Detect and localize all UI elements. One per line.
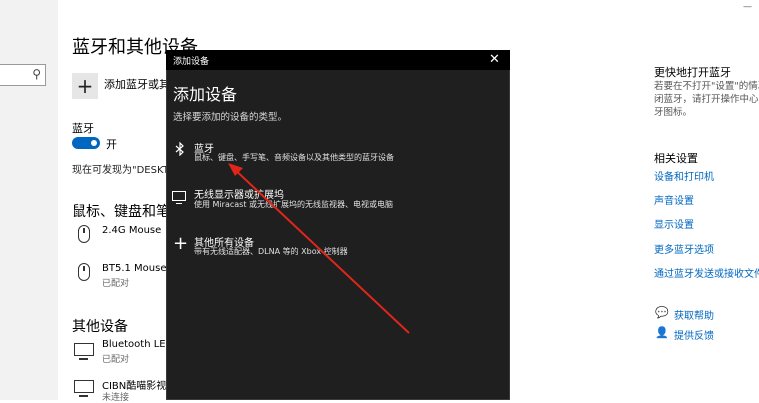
link-sound-settings[interactable]: 声音设置 [654,192,694,207]
section-heading-other: 其他设备 [72,319,128,335]
navigation-pane [0,0,58,400]
device-name[interactable]: 2.4G Mouse [102,225,161,236]
dialog-heading: 添加设备 [173,85,238,104]
mouse-icon [78,225,90,243]
link-give-feedback[interactable]: 提供反馈 [674,327,714,342]
option-wireless-display-desc[interactable]: 使用 Miracast 或无线扩展坞的无线监视器、电视或电脑 [194,199,393,210]
bluetooth-toggle[interactable] [72,137,100,149]
link-devices-printers[interactable]: 设备和打印机 [654,168,714,183]
dialog-titlebar-text: 添加设备 [173,57,210,67]
device-status: 已配对 [102,279,130,289]
bluetooth-toggle-state: 开 [106,138,117,151]
section-heading-mice: 鼠标、键盘和笔 [72,204,170,220]
search-input[interactable]: ⚲ [0,64,46,86]
dialog-subtitle: 选择要添加的设备的类型。 [173,112,288,123]
related-settings-heading: 相关设置 [654,152,698,165]
monitor-icon [74,380,94,397]
quick-bluetooth-description: 若要在不打开"设置"的情况 闭蓝牙，请打开操作中心， 牙图标。 [654,81,759,118]
plus-icon: + [76,74,94,98]
feedback-icon: 👤 [655,326,669,339]
device-name[interactable]: BT5.1 Mouse [102,263,167,274]
link-get-help[interactable]: 获取帮助 [674,307,714,322]
monitor-icon [74,343,94,360]
device-status: 未连接 [102,393,130,403]
add-device-button[interactable]: + [72,73,98,99]
option-bluetooth-desc[interactable]: 鼠标、键盘、手写笔、音频设备以及其他类型的蓝牙设备 [194,152,394,163]
plus-icon: + [173,233,189,254]
link-display-settings[interactable]: 显示设置 [654,216,694,231]
link-send-receive-files[interactable]: 通过蓝牙发送或接收文件 [654,265,759,280]
quick-bluetooth-heading: 更快地打开蓝牙 [654,66,731,79]
device-status: 已配对 [102,355,130,365]
search-icon: ⚲ [32,67,41,81]
help-icon: 💬 [655,306,669,319]
bluetooth-icon [175,141,185,160]
mouse-icon [78,263,90,281]
minimize-button[interactable]: — [743,2,752,12]
close-icon[interactable]: ✕ [489,52,500,67]
monitor-icon [172,191,186,204]
bluetooth-label: 蓝牙 [72,122,94,135]
link-more-bluetooth-options[interactable]: 更多蓝牙选项 [654,241,714,256]
option-other-devices-desc[interactable]: 带有无线适配器、DLNA 等的 Xbox 控制器 [194,246,348,257]
dialog-titlebar [166,50,510,70]
